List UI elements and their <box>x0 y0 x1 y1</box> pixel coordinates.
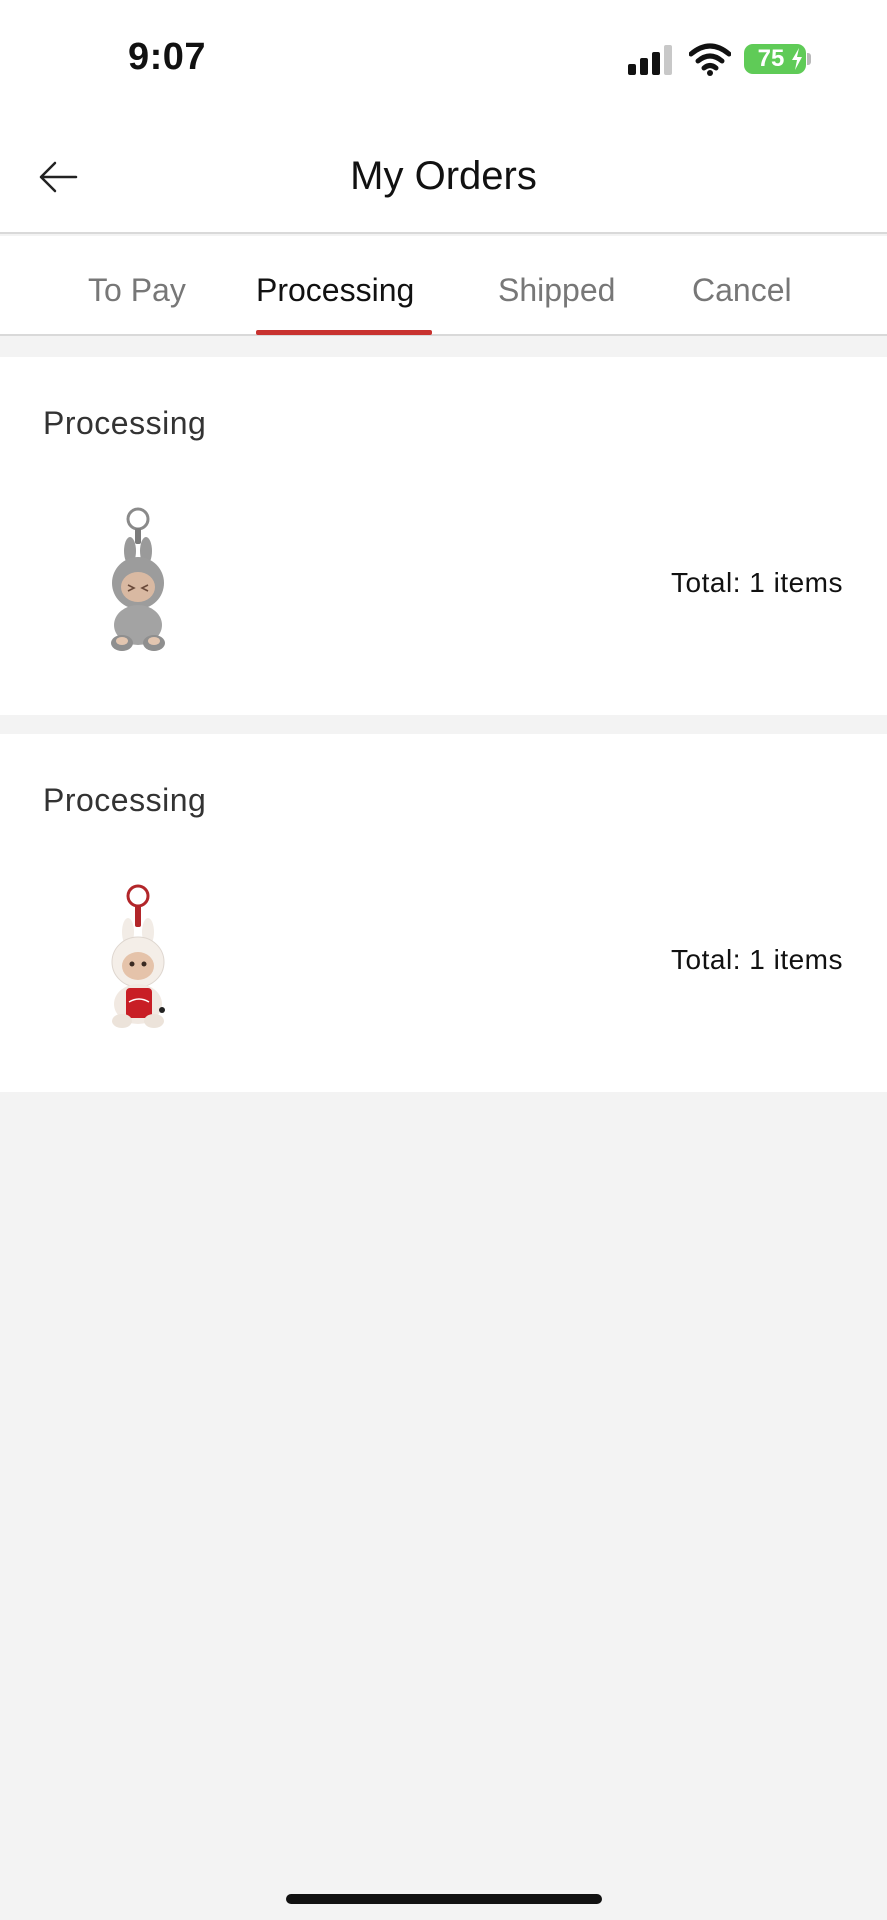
cellular-signal-icon <box>628 45 672 75</box>
tab-to-pay[interactable]: To Pay <box>88 272 186 309</box>
status-time: 9:07 <box>128 36 207 78</box>
status-bar: 9:07 75 <box>0 0 887 120</box>
charging-bolt-icon <box>792 48 802 70</box>
tab-cancel[interactable]: Cancel <box>692 272 792 309</box>
order-status: Processing <box>43 405 207 441</box>
order-status: Processing <box>43 782 207 818</box>
battery-indicator: 75 <box>744 44 806 74</box>
order-total: Total: 1 items <box>671 944 843 975</box>
order-total: Total: 1 items <box>671 567 843 598</box>
wifi-icon <box>689 43 731 76</box>
page-title: My Orders <box>350 154 537 198</box>
battery-level: 75 <box>757 45 785 72</box>
tab-processing[interactable]: Processing <box>256 272 414 309</box>
order-tabs: To Pay Processing Shipped Cancel <box>0 236 887 336</box>
product-thumbnail[interactable] <box>100 884 180 1034</box>
product-thumbnail[interactable] <box>100 507 180 657</box>
home-indicator[interactable] <box>286 1894 602 1904</box>
tab-shipped[interactable]: Shipped <box>498 272 615 309</box>
nav-bar: My Orders <box>0 120 887 234</box>
battery-tip <box>807 53 811 65</box>
active-tab-indicator <box>256 330 432 335</box>
order-card[interactable]: Processing Total: 1 items <box>0 734 887 1092</box>
order-card[interactable]: Processing Total: 1 items <box>0 357 887 715</box>
